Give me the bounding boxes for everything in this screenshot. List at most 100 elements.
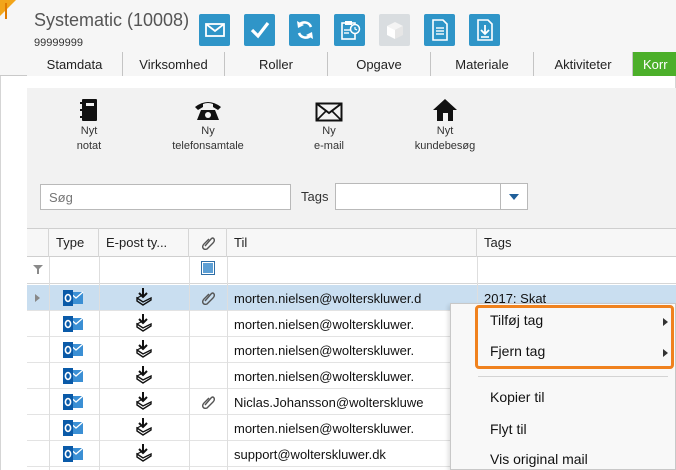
outlook-icon [63,316,84,332]
search-input[interactable] [40,184,291,210]
download-document-icon [476,19,493,41]
outlook-icon [63,368,84,384]
column-header-email-type[interactable]: E-post ty... [99,228,189,257]
new-note-label-2: notat [76,140,102,152]
toolbar-document-button[interactable] [424,14,455,46]
menu-item-move-to[interactable]: Flyt til [490,421,527,437]
filter-row [27,257,676,284]
incoming-mail-icon [136,288,152,306]
row-attachment-cell [201,395,216,414]
highlight-annotation [475,305,674,369]
tab-roller[interactable]: Roller [225,52,328,76]
filter-icon[interactable] [33,265,43,274]
new-phone-call-button[interactable]: Ny telefonsamtale [143,96,273,160]
envelope-icon [315,102,343,122]
checkmark-icon [250,22,269,39]
new-customer-visit-label-1: Nyt [436,125,454,137]
outlook-icon [63,446,84,462]
new-customer-visit-label-2: kundebesøg [414,140,476,152]
incoming-mail-icon [136,444,152,462]
tags-label: Tags [301,189,329,204]
incoming-mail-icon [136,340,152,358]
tags-dropdown[interactable] [335,183,528,210]
new-email-button[interactable]: Ny e-mail [264,96,394,160]
row-to-cell: morten.nielsen@wolterskluwer. [234,343,415,358]
grid-column-line [227,257,228,470]
column-header-to[interactable]: Til [227,228,477,257]
grid-column-line [49,257,50,470]
tab-stamdata[interactable]: Stamdata [27,52,123,76]
record-title: Systematic (10008) [34,10,190,30]
corner-flag-line [5,3,7,19]
envelope-icon [204,23,225,37]
tab-korrespondance[interactable]: Korr [633,52,676,76]
toolbar-task-button[interactable] [334,14,365,46]
row-to-cell: morten.nielsen@wolterskluwer.d [234,291,422,306]
new-note-label-1: Nyt [80,125,98,137]
toolbar-mail-button[interactable] [199,14,230,46]
box-icon [386,22,403,39]
new-email-label-2: e-mail [314,140,344,152]
new-phone-call-label-1: Ny [201,125,215,137]
row-email-type-cell [134,339,154,364]
new-email-label-1: Ny [322,125,336,137]
tags-dropdown-toggle[interactable] [500,184,527,209]
new-note-button[interactable]: Nyt notat [24,96,154,160]
clipboard-clock-icon [340,21,360,40]
toolbar-download-button[interactable] [469,14,500,46]
row-email-type-cell [134,391,154,416]
row-to-cell: morten.nielsen@wolterskluwer. [234,317,415,332]
menu-item-copy-to[interactable]: Kopier til [490,389,544,405]
toolbar-refresh-button[interactable] [289,14,320,46]
outlook-icon [63,394,84,410]
refresh-icon [296,21,313,39]
menu-separator [478,376,668,377]
record-number: 99999999 [34,37,83,49]
notebook-icon [80,99,97,121]
paperclip-icon [201,396,216,410]
row-email-type-cell [134,443,154,468]
toolbar-complete-button[interactable] [244,14,275,46]
row-type-cell [62,315,84,338]
tab-virksomhed[interactable]: Virksomhed [123,52,225,76]
row-type-cell [62,341,84,364]
row-to-cell: Niclas.Johansson@wolterskluwe [234,395,424,410]
row-email-type-cell [134,313,154,338]
incoming-mail-icon [136,418,152,436]
outlook-icon [63,420,84,436]
tab-materiale[interactable]: Materiale [431,52,534,76]
tab-aktiviteter[interactable]: Aktiviteter [534,52,633,76]
menu-item-view-original-mail[interactable]: Vis original mail [490,451,588,467]
grid-column-line [99,257,100,470]
row-to-cell: morten.nielsen@wolterskluwer. [234,421,415,436]
document-icon [431,19,448,41]
telephone-icon [195,102,221,120]
toolbar-box-button[interactable] [379,14,410,46]
checkbox-fill [203,263,213,273]
house-icon [433,99,457,121]
column-header-attachment[interactable] [189,228,227,257]
tab-opgave[interactable]: Opgave [328,52,431,76]
new-customer-visit-button[interactable]: Nyt kundebesøg [380,96,510,160]
column-header-tags[interactable]: Tags [477,228,676,257]
row-email-type-cell [134,417,154,442]
row-type-cell [62,419,84,442]
corner-flag-icon [0,0,16,16]
outlook-icon [63,342,84,358]
attachment-filter-checkbox[interactable] [201,261,215,275]
new-phone-call-label-2: telefonsamtale [172,140,244,152]
grid-header-indicator [27,228,49,257]
grid-column-line [189,257,190,470]
chevron-down-icon [509,193,519,200]
outlook-icon [63,290,84,306]
row-type-cell [62,289,84,312]
paperclip-icon [201,236,215,250]
row-email-type-cell [134,287,154,312]
paperclip-icon [201,292,216,306]
row-attachment-cell [201,291,216,310]
column-header-type[interactable]: Type [49,228,99,257]
incoming-mail-icon [136,392,152,410]
row-type-cell [62,367,84,390]
incoming-mail-icon [136,314,152,332]
row-type-cell [62,393,84,416]
